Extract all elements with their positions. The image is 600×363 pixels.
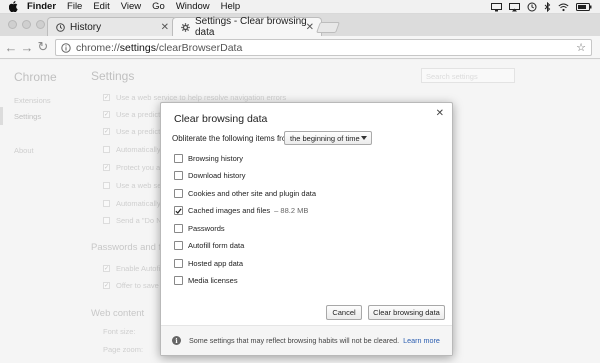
zoom-window-button[interactable] bbox=[36, 20, 45, 29]
close-tab-icon[interactable]: ✕ bbox=[161, 22, 169, 33]
tab-settings-title: Settings - Clear browsing data bbox=[195, 16, 307, 38]
sidebar-title: Chrome bbox=[14, 70, 57, 84]
obliterate-label: Obliterate the following items from: bbox=[172, 134, 296, 143]
cache-size: – 88.2 MB bbox=[274, 206, 309, 215]
browser-toolbar: ← → ↻ chrome://settings/clearBrowserData… bbox=[0, 36, 600, 59]
bluetooth-icon[interactable] bbox=[544, 2, 551, 12]
status-area bbox=[491, 0, 592, 14]
setting-row[interactable]: Automatically bbox=[103, 145, 161, 154]
learn-more-link[interactable]: Learn more bbox=[403, 336, 440, 345]
checkbox[interactable] bbox=[174, 171, 183, 180]
url-path: /clearBrowserData bbox=[155, 41, 243, 54]
menu-file[interactable]: File bbox=[67, 1, 82, 12]
url-host: settings bbox=[119, 41, 156, 54]
setting-row[interactable]: ✓ Use a predicti bbox=[103, 127, 162, 136]
minimize-window-button[interactable] bbox=[22, 20, 31, 29]
clear-browsing-data-button[interactable]: Clear browsing data bbox=[368, 305, 445, 320]
address-bar[interactable]: chrome://settings/clearBrowserData ☆ bbox=[55, 39, 592, 56]
time-period-value: the beginning of time bbox=[290, 133, 360, 143]
sidebar-item-about[interactable]: About bbox=[14, 146, 34, 155]
option-passwords[interactable]: Passwords bbox=[174, 224, 225, 233]
option-label: Download history bbox=[188, 171, 246, 180]
search-settings-input[interactable]: Search settings bbox=[421, 68, 515, 83]
option-label: Cached images and files bbox=[188, 206, 271, 215]
tab-history-title: History bbox=[70, 21, 102, 33]
menu-help[interactable]: Help bbox=[221, 1, 241, 12]
close-icon[interactable]: ✕ bbox=[436, 108, 444, 119]
sidebar-selected-indicator bbox=[0, 107, 3, 125]
clock-icon bbox=[56, 22, 65, 32]
option-label: Cookies and other site and plugin data bbox=[188, 189, 317, 198]
checkbox[interactable] bbox=[174, 241, 183, 250]
setting-row[interactable]: ✓ Protect you a bbox=[103, 163, 160, 172]
checkbox[interactable] bbox=[174, 224, 183, 233]
info-circle-icon[interactable] bbox=[61, 42, 71, 53]
menu-finder[interactable]: Finder bbox=[27, 1, 56, 12]
forward-arrow-icon[interactable]: → bbox=[19, 40, 35, 55]
cancel-button[interactable]: Cancel bbox=[326, 305, 362, 320]
window-controls bbox=[8, 20, 45, 29]
sidebar-item-extensions[interactable]: Extensions bbox=[14, 96, 51, 105]
close-tab-icon[interactable]: ✕ bbox=[306, 22, 314, 33]
checkbox[interactable] bbox=[174, 154, 183, 163]
option-label: Browsing history bbox=[188, 154, 244, 163]
screen-mirror-icon[interactable] bbox=[491, 2, 502, 12]
menu-go[interactable]: Go bbox=[152, 1, 165, 12]
option-hosted-app-data[interactable]: Hosted app data bbox=[174, 259, 243, 268]
checkbox-checked[interactable] bbox=[174, 206, 183, 215]
option-label: Hosted app data bbox=[188, 259, 244, 268]
dialog-title: Clear browsing data bbox=[174, 113, 268, 125]
airplay-icon[interactable] bbox=[509, 2, 520, 12]
time-machine-icon[interactable] bbox=[527, 2, 537, 12]
option-label: Media licenses bbox=[188, 276, 238, 285]
close-window-button[interactable] bbox=[8, 20, 17, 29]
tab-strip: History ✕ Settings - Clear browsing data… bbox=[0, 14, 600, 38]
section-web-content-heading: Web content bbox=[91, 308, 145, 319]
new-tab-button[interactable] bbox=[315, 22, 341, 33]
menu-edit[interactable]: Edit bbox=[93, 1, 109, 12]
tab-history[interactable]: History ✕ bbox=[47, 17, 177, 36]
setting-row[interactable]: Send a "Do N bbox=[103, 216, 162, 225]
back-arrow-icon[interactable]: ← bbox=[3, 40, 19, 55]
page-title: Settings bbox=[91, 69, 135, 83]
option-download-history[interactable]: Download history bbox=[174, 171, 246, 180]
setting-row[interactable]: ✓ Offer to save y bbox=[103, 281, 165, 290]
option-label: Autofill form data bbox=[188, 241, 245, 250]
setting-row[interactable]: ✓ Enable Autofil bbox=[103, 264, 162, 273]
section-passwords-heading: Passwords and fo bbox=[91, 242, 167, 253]
menu-window[interactable]: Window bbox=[176, 1, 210, 12]
tab-settings[interactable]: Settings - Clear browsing data ✕ bbox=[172, 16, 322, 38]
checkbox[interactable] bbox=[174, 189, 183, 198]
battery-icon[interactable] bbox=[576, 3, 592, 11]
dialog-footer: i Some settings that may reflect browsin… bbox=[161, 325, 452, 355]
option-cookies[interactable]: Cookies and other site and plugin data bbox=[174, 189, 316, 198]
time-period-select[interactable]: the beginning of time bbox=[284, 131, 372, 145]
menu-view[interactable]: View bbox=[121, 1, 141, 12]
gear-icon bbox=[181, 22, 190, 32]
checkbox[interactable] bbox=[174, 276, 183, 285]
setting-row[interactable]: Use a web se bbox=[103, 181, 161, 190]
setting-row[interactable]: Automatically bbox=[103, 199, 161, 208]
info-icon: i bbox=[172, 336, 181, 345]
bookmark-star-icon[interactable]: ☆ bbox=[576, 41, 586, 54]
setting-row[interactable]: ✓ Use a predicti bbox=[103, 110, 162, 119]
url-scheme: chrome:// bbox=[76, 41, 120, 54]
option-media-licenses[interactable]: Media licenses bbox=[174, 276, 238, 285]
font-size-label: Font size: bbox=[103, 327, 136, 336]
footer-text: Some settings that may reflect browsing … bbox=[189, 336, 400, 345]
checkbox[interactable] bbox=[174, 259, 183, 268]
page-zoom-label: Page zoom: bbox=[103, 345, 144, 354]
wifi-icon[interactable] bbox=[558, 3, 569, 12]
chevron-down-icon bbox=[361, 136, 367, 140]
option-autofill[interactable]: Autofill form data bbox=[174, 241, 244, 250]
sidebar-item-settings[interactable]: Settings bbox=[14, 112, 41, 121]
apple-menu-icon[interactable] bbox=[9, 1, 21, 12]
mac-menu-bar: Finder File Edit View Go Window Help bbox=[0, 0, 600, 14]
clear-browsing-data-dialog: Clear browsing data ✕ Obliterate the fol… bbox=[160, 102, 453, 356]
reload-icon[interactable]: ↻ bbox=[35, 39, 51, 55]
setting-row[interactable]: ✓ Use a web service to help resolve navig… bbox=[103, 93, 286, 102]
option-cached-images[interactable]: Cached images and files – 88.2 MB bbox=[174, 206, 308, 215]
option-browsing-history[interactable]: Browsing history bbox=[174, 154, 243, 163]
option-label: Passwords bbox=[188, 224, 225, 233]
